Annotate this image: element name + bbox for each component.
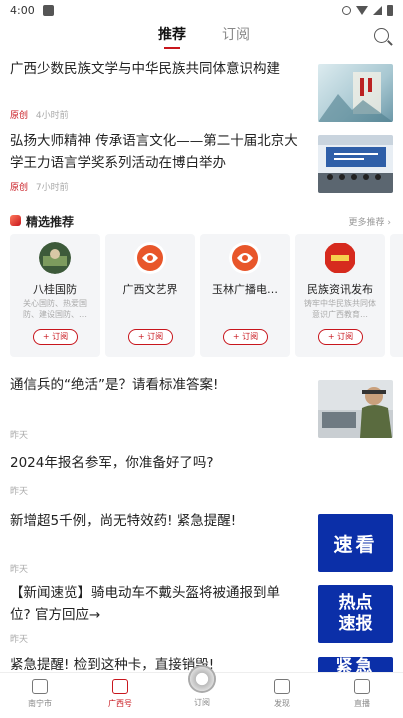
news-item[interactable]: 广西少数民族文学与中华民族共同体意识构建 原创 4小时前	[10, 58, 393, 128]
wifi-icon	[356, 5, 368, 15]
featured-icon	[10, 215, 21, 226]
news-time: 昨天	[10, 635, 29, 645]
thumbnail-text: 紧急	[335, 657, 376, 672]
guangxi-arts-logo	[134, 242, 166, 274]
battery-icon	[387, 4, 393, 16]
news-time: 昨天	[10, 565, 29, 575]
news-thumbnail	[318, 380, 393, 438]
status-time: 4:00	[10, 3, 35, 17]
status-bar: 4:00	[0, 0, 403, 20]
news-thumbnail: 紧急	[318, 657, 393, 672]
news-title: 通信兵的“绝活”是？请看标准答案!	[10, 377, 219, 393]
notification-icon	[42, 4, 54, 16]
original-tag: 原创	[10, 183, 29, 193]
original-tag: 原创	[10, 111, 29, 121]
subscribe-button[interactable]: + 订阅	[128, 329, 173, 345]
nav-subscribe[interactable]: 订阅	[182, 697, 222, 708]
news-meta: 原创 4小时前	[10, 108, 69, 121]
featured-title: 精选推荐	[26, 215, 75, 229]
nav-label: 订阅	[194, 698, 210, 707]
news-title: 广西少数民族文学与中华民族共同体意识构建	[10, 61, 280, 77]
home-icon	[32, 679, 48, 694]
search-icon[interactable]	[374, 28, 389, 43]
center-logo-icon[interactable]	[188, 665, 216, 693]
event-photo	[318, 135, 393, 193]
subscribe-button[interactable]: + 订阅	[318, 329, 363, 345]
yulin-radio-logo	[229, 242, 261, 274]
news-meta: 昨天	[10, 562, 28, 575]
location-icon	[342, 5, 351, 15]
channel-name: 八桂国防	[33, 283, 77, 296]
top-tabs: 推荐 订阅	[0, 24, 403, 50]
channel-desc	[208, 298, 282, 320]
subscribe-button[interactable]: + 订阅	[33, 329, 78, 345]
nav-discover[interactable]: 发现	[262, 679, 302, 709]
channel-card[interactable]: 八桂国防 关心国防、热爱国防、建设国防、… + 订阅	[10, 234, 100, 357]
nav-guangxi-account[interactable]: 广西号	[100, 679, 140, 709]
news-item[interactable]: 【新闻速览】骑电动车不戴头盔将被通报到单位? 官方回应→ 昨天 热点速报	[10, 582, 393, 648]
soldier-photo	[318, 387, 393, 438]
news-meta: 昨天	[10, 484, 28, 497]
featured-header: 精选推荐 更多推荐 ›	[10, 213, 393, 229]
channel-desc: 铸牢中华民族共同体意识广西教育…	[304, 299, 376, 319]
news-item[interactable]: 通信兵的“绝活”是？请看标准答案! 昨天	[10, 374, 393, 441]
status-icons	[342, 4, 393, 16]
nav-label: 广西号	[108, 699, 132, 708]
channel-name: 民族资讯发布	[307, 283, 373, 296]
nav-label: 发现	[274, 699, 290, 708]
news-time: 昨天	[10, 487, 29, 497]
news-item[interactable]: 弘扬大师精神 传承语言文化——第二十届北京大学王力语言学奖系列活动在博白举办 原…	[10, 130, 393, 200]
news-thumbnail	[318, 64, 393, 122]
channel-name: 广西文艺界	[122, 283, 178, 296]
channel-card-partial[interactable]	[390, 234, 403, 357]
bottom-nav: 南宁市 广西号 订阅 发现 直播	[0, 665, 403, 718]
news-title: 【新闻速览】骑电动车不戴头盔将被通报到单位? 官方回应→	[10, 585, 280, 623]
channel-desc: 关心国防、热爱国防、建设国防、…	[23, 299, 87, 319]
more-recommend-link[interactable]: 更多推荐 ›	[349, 215, 391, 228]
news-thumbnail	[318, 135, 393, 193]
nav-label: 南宁市	[28, 699, 52, 708]
news-meta: 昨天	[10, 428, 28, 441]
nav-label: 直播	[354, 699, 370, 708]
news-time: 7小时前	[35, 183, 69, 193]
channel-desc	[113, 298, 187, 320]
bagui-defense-logo	[39, 242, 71, 274]
channel-card[interactable]: 民族资讯发布 铸牢中华民族共同体意识广西教育… + 订阅	[295, 234, 385, 357]
subscribe-button[interactable]: + 订阅	[223, 329, 268, 345]
ethnic-news-logo	[325, 243, 355, 273]
news-item[interactable]: 新增超5千例，尚无特效药! 紧急提醒! 昨天 速看	[10, 510, 393, 576]
featured-cards: 八桂国防 关心国防、热爱国防、建设国防、… + 订阅 广西文艺界 + 订阅 玉林…	[10, 234, 403, 357]
news-item[interactable]: 2024年报名参军，你准备好了吗? 昨天	[10, 452, 393, 498]
news-meta: 昨天	[10, 632, 28, 645]
calendar-icon	[274, 679, 290, 694]
nav-live[interactable]: 直播	[342, 679, 382, 709]
news-title: 紧急提醒! 检到这种卡，直接销毁!	[10, 657, 215, 672]
nav-nanning[interactable]: 南宁市	[20, 679, 60, 709]
tab-subscribe[interactable]: 订阅	[222, 24, 250, 44]
message-icon	[112, 679, 128, 694]
thumbnail-text: 速看	[333, 533, 378, 556]
news-title: 2024年报名参军，你准备好了吗?	[10, 455, 214, 471]
news-thumbnail: 速看	[318, 514, 393, 572]
book-cover-image	[318, 72, 393, 122]
tab-recommend[interactable]: 推荐	[158, 24, 186, 49]
news-time: 昨天	[10, 431, 29, 441]
signal-icon	[373, 5, 382, 15]
news-time: 4小时前	[35, 111, 69, 121]
news-thumbnail: 热点速报	[318, 585, 393, 643]
channel-card[interactable]: 广西文艺界 + 订阅	[105, 234, 195, 357]
news-title: 新增超5千例，尚无特效药! 紧急提醒!	[10, 513, 237, 529]
channel-name: 玉林广播电…	[212, 283, 278, 296]
channel-card[interactable]: 玉林广播电… + 订阅	[200, 234, 290, 357]
news-title: 弘扬大师精神 传承语言文化——第二十届北京大学王力语言学奖系列活动在博白举办	[10, 133, 298, 171]
thumbnail-text: 热点速报	[338, 593, 373, 634]
news-meta: 原创 7小时前	[10, 180, 69, 193]
video-icon	[354, 679, 370, 694]
